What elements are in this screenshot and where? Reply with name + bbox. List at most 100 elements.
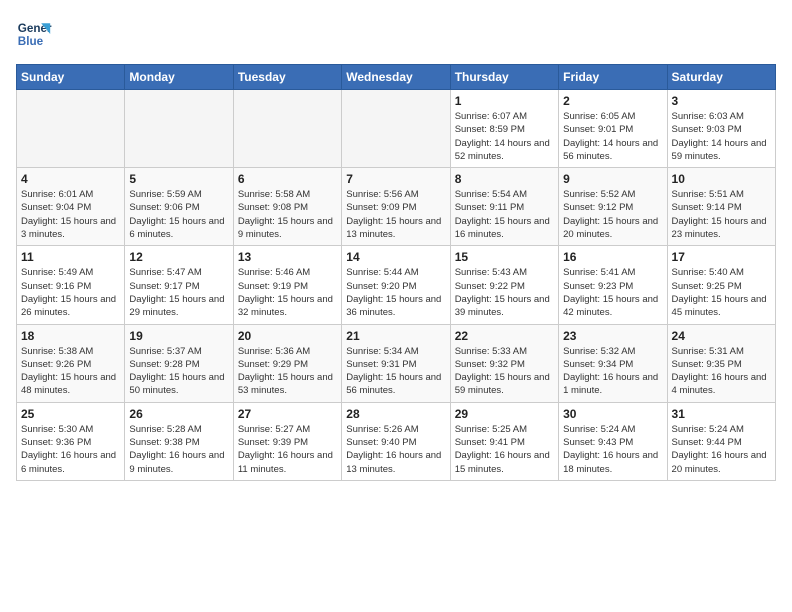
day-cell-3: 3 Sunrise: 6:03 AMSunset: 9:03 PMDayligh… [667, 90, 775, 168]
day-info: Sunrise: 5:41 AMSunset: 9:23 PMDaylight:… [563, 266, 662, 319]
day-info: Sunrise: 5:32 AMSunset: 9:34 PMDaylight:… [563, 345, 662, 398]
day-cell-20: 20 Sunrise: 5:36 AMSunset: 9:29 PMDaylig… [233, 324, 341, 402]
calendar-table: SundayMondayTuesdayWednesdayThursdayFrid… [16, 64, 776, 481]
weekday-header-monday: Monday [125, 65, 233, 90]
day-cell-6: 6 Sunrise: 5:58 AMSunset: 9:08 PMDayligh… [233, 168, 341, 246]
week-row-1: 1 Sunrise: 6:07 AMSunset: 8:59 PMDayligh… [17, 90, 776, 168]
week-row-5: 25 Sunrise: 5:30 AMSunset: 9:36 PMDaylig… [17, 402, 776, 480]
day-info: Sunrise: 5:56 AMSunset: 9:09 PMDaylight:… [346, 188, 445, 241]
week-row-3: 11 Sunrise: 5:49 AMSunset: 9:16 PMDaylig… [17, 246, 776, 324]
day-info: Sunrise: 5:24 AMSunset: 9:44 PMDaylight:… [672, 423, 771, 476]
day-cell-12: 12 Sunrise: 5:47 AMSunset: 9:17 PMDaylig… [125, 246, 233, 324]
day-info: Sunrise: 6:01 AMSunset: 9:04 PMDaylight:… [21, 188, 120, 241]
day-info: Sunrise: 5:24 AMSunset: 9:43 PMDaylight:… [563, 423, 662, 476]
day-number: 21 [346, 329, 445, 343]
day-info: Sunrise: 5:27 AMSunset: 9:39 PMDaylight:… [238, 423, 337, 476]
day-number: 6 [238, 172, 337, 186]
day-info: Sunrise: 5:46 AMSunset: 9:19 PMDaylight:… [238, 266, 337, 319]
empty-cell [342, 90, 450, 168]
weekday-header-friday: Friday [559, 65, 667, 90]
day-number: 18 [21, 329, 120, 343]
day-number: 5 [129, 172, 228, 186]
day-cell-23: 23 Sunrise: 5:32 AMSunset: 9:34 PMDaylig… [559, 324, 667, 402]
day-info: Sunrise: 5:31 AMSunset: 9:35 PMDaylight:… [672, 345, 771, 398]
day-info: Sunrise: 5:58 AMSunset: 9:08 PMDaylight:… [238, 188, 337, 241]
day-number: 8 [455, 172, 554, 186]
day-number: 11 [21, 250, 120, 264]
day-cell-28: 28 Sunrise: 5:26 AMSunset: 9:40 PMDaylig… [342, 402, 450, 480]
day-info: Sunrise: 5:37 AMSunset: 9:28 PMDaylight:… [129, 345, 228, 398]
day-cell-1: 1 Sunrise: 6:07 AMSunset: 8:59 PMDayligh… [450, 90, 558, 168]
day-cell-4: 4 Sunrise: 6:01 AMSunset: 9:04 PMDayligh… [17, 168, 125, 246]
empty-cell [17, 90, 125, 168]
day-number: 30 [563, 407, 662, 421]
day-info: Sunrise: 5:26 AMSunset: 9:40 PMDaylight:… [346, 423, 445, 476]
day-cell-2: 2 Sunrise: 6:05 AMSunset: 9:01 PMDayligh… [559, 90, 667, 168]
day-cell-8: 8 Sunrise: 5:54 AMSunset: 9:11 PMDayligh… [450, 168, 558, 246]
day-info: Sunrise: 5:34 AMSunset: 9:31 PMDaylight:… [346, 345, 445, 398]
day-number: 24 [672, 329, 771, 343]
day-info: Sunrise: 5:49 AMSunset: 9:16 PMDaylight:… [21, 266, 120, 319]
day-cell-24: 24 Sunrise: 5:31 AMSunset: 9:35 PMDaylig… [667, 324, 775, 402]
weekday-header-thursday: Thursday [450, 65, 558, 90]
day-info: Sunrise: 5:28 AMSunset: 9:38 PMDaylight:… [129, 423, 228, 476]
week-row-2: 4 Sunrise: 6:01 AMSunset: 9:04 PMDayligh… [17, 168, 776, 246]
day-number: 26 [129, 407, 228, 421]
day-cell-15: 15 Sunrise: 5:43 AMSunset: 9:22 PMDaylig… [450, 246, 558, 324]
day-cell-7: 7 Sunrise: 5:56 AMSunset: 9:09 PMDayligh… [342, 168, 450, 246]
day-cell-14: 14 Sunrise: 5:44 AMSunset: 9:20 PMDaylig… [342, 246, 450, 324]
day-cell-19: 19 Sunrise: 5:37 AMSunset: 9:28 PMDaylig… [125, 324, 233, 402]
day-cell-9: 9 Sunrise: 5:52 AMSunset: 9:12 PMDayligh… [559, 168, 667, 246]
day-number: 4 [21, 172, 120, 186]
weekday-header-row: SundayMondayTuesdayWednesdayThursdayFrid… [17, 65, 776, 90]
weekday-header-sunday: Sunday [17, 65, 125, 90]
day-cell-21: 21 Sunrise: 5:34 AMSunset: 9:31 PMDaylig… [342, 324, 450, 402]
day-cell-10: 10 Sunrise: 5:51 AMSunset: 9:14 PMDaylig… [667, 168, 775, 246]
day-number: 9 [563, 172, 662, 186]
day-number: 10 [672, 172, 771, 186]
day-cell-29: 29 Sunrise: 5:25 AMSunset: 9:41 PMDaylig… [450, 402, 558, 480]
day-cell-26: 26 Sunrise: 5:28 AMSunset: 9:38 PMDaylig… [125, 402, 233, 480]
day-number: 29 [455, 407, 554, 421]
day-cell-30: 30 Sunrise: 5:24 AMSunset: 9:43 PMDaylig… [559, 402, 667, 480]
page-header: General Blue [16, 16, 776, 52]
day-number: 14 [346, 250, 445, 264]
day-number: 1 [455, 94, 554, 108]
day-cell-13: 13 Sunrise: 5:46 AMSunset: 9:19 PMDaylig… [233, 246, 341, 324]
day-info: Sunrise: 5:36 AMSunset: 9:29 PMDaylight:… [238, 345, 337, 398]
day-cell-25: 25 Sunrise: 5:30 AMSunset: 9:36 PMDaylig… [17, 402, 125, 480]
day-number: 2 [563, 94, 662, 108]
logo-icon: General Blue [16, 16, 52, 52]
logo: General Blue [16, 16, 52, 52]
svg-text:Blue: Blue [18, 35, 44, 48]
day-info: Sunrise: 5:52 AMSunset: 9:12 PMDaylight:… [563, 188, 662, 241]
day-number: 31 [672, 407, 771, 421]
weekday-header-wednesday: Wednesday [342, 65, 450, 90]
day-info: Sunrise: 6:05 AMSunset: 9:01 PMDaylight:… [563, 110, 662, 163]
day-number: 19 [129, 329, 228, 343]
day-number: 28 [346, 407, 445, 421]
day-info: Sunrise: 5:59 AMSunset: 9:06 PMDaylight:… [129, 188, 228, 241]
day-number: 20 [238, 329, 337, 343]
day-cell-27: 27 Sunrise: 5:27 AMSunset: 9:39 PMDaylig… [233, 402, 341, 480]
day-info: Sunrise: 6:03 AMSunset: 9:03 PMDaylight:… [672, 110, 771, 163]
weekday-header-saturday: Saturday [667, 65, 775, 90]
day-info: Sunrise: 5:51 AMSunset: 9:14 PMDaylight:… [672, 188, 771, 241]
day-cell-18: 18 Sunrise: 5:38 AMSunset: 9:26 PMDaylig… [17, 324, 125, 402]
day-number: 12 [129, 250, 228, 264]
day-cell-16: 16 Sunrise: 5:41 AMSunset: 9:23 PMDaylig… [559, 246, 667, 324]
day-info: Sunrise: 5:25 AMSunset: 9:41 PMDaylight:… [455, 423, 554, 476]
day-number: 27 [238, 407, 337, 421]
day-number: 13 [238, 250, 337, 264]
day-cell-31: 31 Sunrise: 5:24 AMSunset: 9:44 PMDaylig… [667, 402, 775, 480]
day-cell-17: 17 Sunrise: 5:40 AMSunset: 9:25 PMDaylig… [667, 246, 775, 324]
day-info: Sunrise: 5:44 AMSunset: 9:20 PMDaylight:… [346, 266, 445, 319]
day-number: 7 [346, 172, 445, 186]
day-cell-5: 5 Sunrise: 5:59 AMSunset: 9:06 PMDayligh… [125, 168, 233, 246]
day-number: 15 [455, 250, 554, 264]
day-info: Sunrise: 5:54 AMSunset: 9:11 PMDaylight:… [455, 188, 554, 241]
day-info: Sunrise: 5:40 AMSunset: 9:25 PMDaylight:… [672, 266, 771, 319]
day-info: Sunrise: 5:47 AMSunset: 9:17 PMDaylight:… [129, 266, 228, 319]
week-row-4: 18 Sunrise: 5:38 AMSunset: 9:26 PMDaylig… [17, 324, 776, 402]
weekday-header-tuesday: Tuesday [233, 65, 341, 90]
